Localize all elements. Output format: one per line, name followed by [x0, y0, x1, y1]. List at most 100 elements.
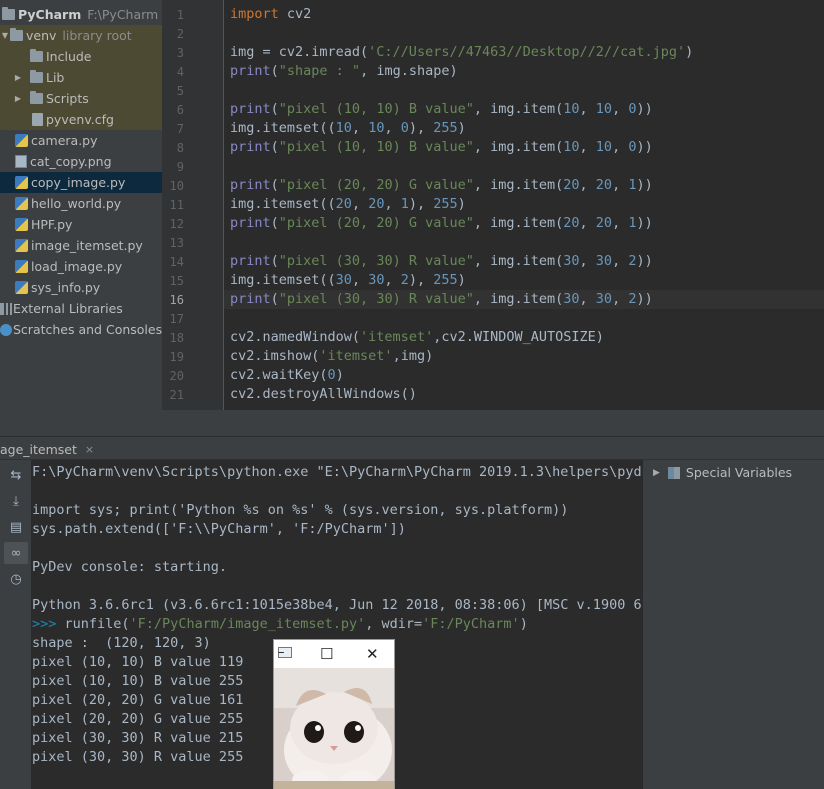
- folder-icon: [10, 28, 23, 41]
- tree-item-hint: library root: [62, 28, 132, 43]
- line-number: 4: [176, 65, 184, 79]
- minimize-button[interactable]: –: [278, 645, 285, 660]
- tree-item-project-root[interactable]: PyCharm F:\PyCharm: [0, 4, 162, 25]
- variables-icon: [667, 466, 680, 479]
- tree-item-external-libraries[interactable]: External Libraries: [0, 298, 162, 319]
- text-token: print: [230, 101, 271, 117]
- text-token: ): [685, 44, 694, 60]
- tree-item-load-image-py[interactable]: load_image.py: [0, 256, 162, 277]
- history-icon[interactable]: ◷: [4, 568, 28, 590]
- tree-item-label: copy_image.py: [31, 175, 126, 190]
- text-token: print: [230, 139, 271, 155]
- text-token: cv2: [278, 6, 312, 22]
- text-token: , img.item(: [473, 215, 564, 231]
- line-number: 20: [169, 369, 184, 383]
- code-line: print("pixel (10, 10) B value", img.item…: [230, 139, 653, 155]
- tree-item-cat-copy-png[interactable]: cat_copy.png: [0, 151, 162, 172]
- soft-wrap-icon[interactable]: ⇆: [4, 464, 28, 486]
- text-token: ,: [579, 139, 596, 155]
- text-token: 10: [595, 139, 613, 155]
- tree-item-image-itemset-py[interactable]: image_itemset.py: [0, 235, 162, 256]
- chevron-right-icon[interactable]: ▶: [13, 94, 23, 103]
- tree-item-label: load_image.py: [31, 259, 123, 274]
- tree-item-camera-py[interactable]: camera.py: [0, 130, 162, 151]
- console-line: >>> runfile('F:/PyCharm/image_itemset.py…: [32, 616, 528, 632]
- text-token: (: [270, 139, 279, 155]
- folder-icon: [30, 49, 43, 62]
- tree-item-copy-image-py[interactable]: copy_image.py: [0, 172, 162, 193]
- text-token: print: [230, 253, 271, 269]
- text-token: )): [636, 215, 653, 231]
- text-token: 'itemset': [319, 348, 393, 364]
- run-tab-label: age_itemset: [0, 441, 77, 457]
- text-token: import: [230, 6, 279, 22]
- text-token: ,: [612, 101, 629, 117]
- console-line: import sys; print('Python %s on %s' % (s…: [32, 502, 568, 518]
- tree-item-sys-info-py[interactable]: sys_info.py: [0, 277, 162, 298]
- code-editor[interactable]: import cv2 img = cv2.imread('C://Users//4…: [224, 0, 824, 410]
- text-token: ,: [612, 291, 629, 307]
- opencv-window-titlebar[interactable]: – ☐ ✕: [274, 640, 394, 668]
- chevron-down-icon[interactable]: ▼: [0, 31, 10, 40]
- text-token: "pixel (30, 30) R value": [278, 291, 474, 307]
- text-token: 255: [433, 272, 458, 288]
- tree-item-label: pyvenv.cfg: [46, 112, 114, 127]
- line-number: 3: [176, 46, 184, 60]
- show-variables-icon[interactable]: ∞: [4, 542, 28, 564]
- line-number: 18: [169, 331, 184, 345]
- tree-item-hpf-py[interactable]: HPF.py: [0, 214, 162, 235]
- tree-item-hello-world-py[interactable]: hello_world.py: [0, 193, 162, 214]
- console-line: PyDev console: starting.: [32, 559, 227, 575]
- python-file-icon: [15, 197, 28, 210]
- chevron-right-icon[interactable]: ▶: [13, 73, 23, 82]
- text-token: ,: [579, 253, 596, 269]
- text-token: ,: [612, 215, 629, 231]
- text-token: "pixel (30, 30) R value": [278, 253, 474, 269]
- text-token: 'F:/PyCharm': [422, 616, 520, 632]
- text-token: cv2.imshow(: [230, 348, 320, 364]
- close-icon[interactable]: ×: [85, 443, 94, 456]
- text-token: (: [270, 177, 279, 193]
- text-token: ,: [612, 177, 629, 193]
- code-line: import cv2: [230, 6, 311, 22]
- opencv-image-window[interactable]: – ☐ ✕: [273, 639, 395, 789]
- text-token: 20: [368, 196, 385, 212]
- text-token: ): [335, 367, 344, 383]
- close-button[interactable]: ✕: [366, 645, 379, 663]
- tree-item-scratches[interactable]: Scratches and Consoles: [0, 319, 162, 340]
- text-token: ,: [612, 139, 629, 155]
- tree-item-lib[interactable]: ▶ Lib: [0, 67, 162, 88]
- python-file-icon: [15, 239, 28, 252]
- line-number: 2: [176, 27, 184, 41]
- text-token: sys.path.extend(['F:\\PyCharm', 'F:/PyCh…: [32, 521, 406, 537]
- line-number: 19: [169, 350, 184, 364]
- special-variables-row[interactable]: ▶ Special Variables: [653, 465, 792, 480]
- tree-item-include[interactable]: Include: [0, 46, 162, 67]
- code-line: print("pixel (10, 10) B value", img.item…: [230, 101, 653, 117]
- text-token: ),: [408, 196, 434, 212]
- tree-item-pyvenv-cfg[interactable]: pyvenv.cfg: [0, 109, 162, 130]
- text-token: 30: [368, 272, 385, 288]
- text-token: img.itemset((: [230, 272, 336, 288]
- tree-item-scripts[interactable]: ▶ Scripts: [0, 88, 162, 109]
- chevron-right-icon[interactable]: ▶: [653, 468, 660, 478]
- run-tab-image-itemset[interactable]: age_itemset ×: [0, 437, 94, 461]
- tree-item-label: image_itemset.py: [31, 238, 143, 253]
- text-token: print: [230, 291, 271, 307]
- tree-item-venv[interactable]: ▼ venv library root: [0, 25, 162, 46]
- python-file-icon: [15, 134, 28, 147]
- code-line: print("pixel (20, 20) G value", img.item…: [230, 177, 653, 193]
- editor-gutter[interactable]: 1 2 3 4 5 6 7 8 9 10 11 12 13 14 15 16 17 18 19 20 21: [162, 0, 224, 410]
- text-token: (: [270, 63, 279, 79]
- print-icon[interactable]: ▤: [4, 516, 28, 538]
- line-number: 13: [169, 236, 184, 250]
- text-token: 20: [563, 215, 580, 231]
- maximize-button[interactable]: ☐: [320, 645, 333, 663]
- text-token: 20: [595, 215, 613, 231]
- variables-panel: ▶ Special Variables: [642, 460, 824, 789]
- line-number: 14: [169, 255, 184, 269]
- scroll-to-end-icon[interactable]: ⤓: [4, 490, 28, 512]
- text-token: ): [457, 120, 466, 136]
- tree-item-label: External Libraries: [13, 301, 123, 316]
- text-token: ): [519, 616, 528, 632]
